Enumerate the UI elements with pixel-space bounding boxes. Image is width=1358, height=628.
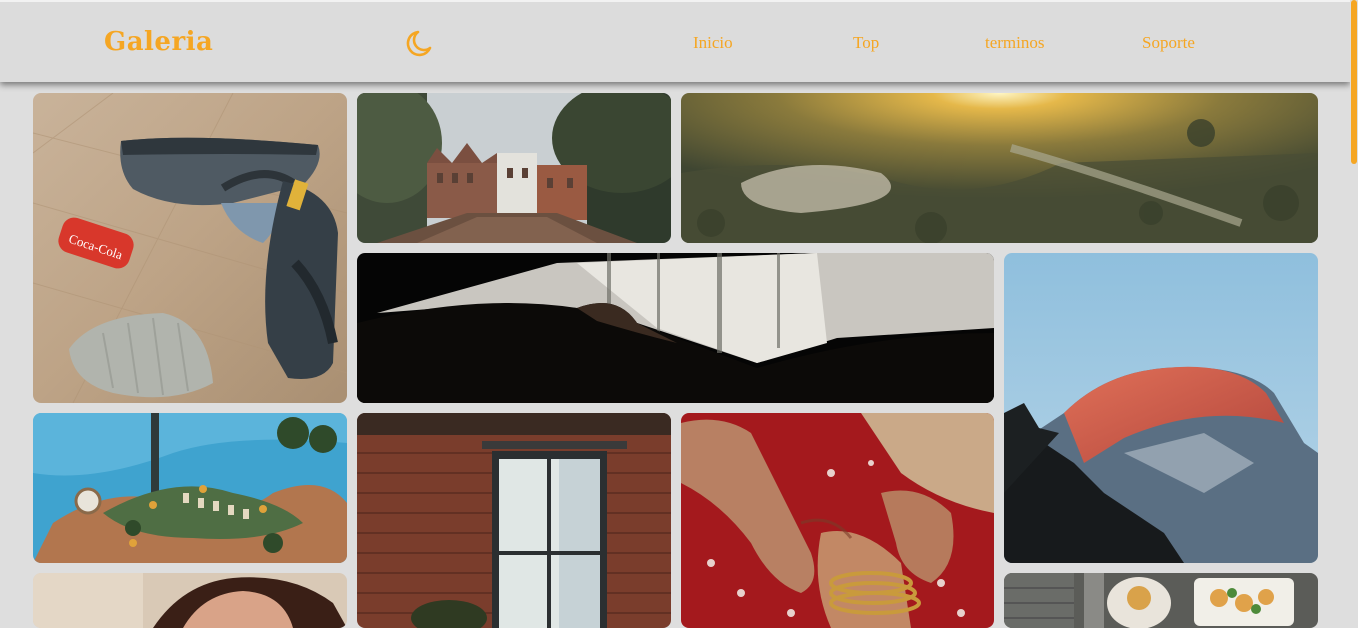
navbar: Galeria Inicio Top terminos Soporte <box>0 0 1350 82</box>
gallery-photo-canal[interactable] <box>357 93 671 243</box>
gallery-photo-brick-window[interactable] <box>357 413 671 628</box>
gallery-photo-pool-resort[interactable] <box>33 413 347 563</box>
gallery-photo-sneakers[interactable]: Coca-Cola <box>33 93 347 403</box>
nav-link-terminos[interactable]: terminos <box>985 33 1045 53</box>
nav-link-soporte[interactable]: Soporte <box>1142 33 1195 53</box>
moon-icon[interactable] <box>404 29 432 59</box>
top-edge <box>0 0 1358 2</box>
gallery-photo-hands-bangles[interactable] <box>681 413 994 628</box>
gallery-photo-woman-portrait[interactable] <box>33 573 347 628</box>
site-logo[interactable]: Galeria <box>104 27 213 57</box>
scrollbar-thumb[interactable] <box>1351 0 1357 164</box>
gallery-photo-dark-forest[interactable] <box>357 253 994 403</box>
gallery-photo-food-platter[interactable] <box>1004 573 1318 628</box>
nav-link-inicio[interactable]: Inicio <box>693 33 733 53</box>
nav-link-top[interactable]: Top <box>853 33 879 53</box>
gallery-photo-mountain[interactable] <box>1004 253 1318 563</box>
gallery-photo-sunset-valley[interactable] <box>681 93 1318 243</box>
